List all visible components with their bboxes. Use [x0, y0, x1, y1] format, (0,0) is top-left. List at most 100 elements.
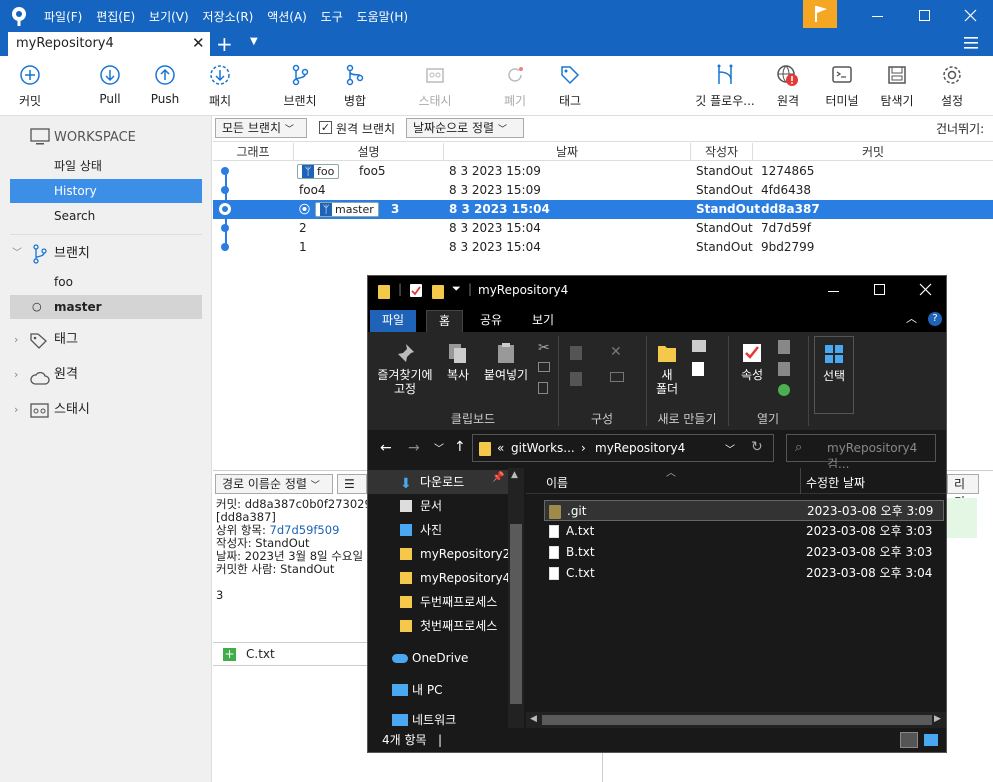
help-icon[interactable]: ?	[928, 312, 942, 326]
merge-button[interactable]: 병합	[325, 64, 385, 109]
sidebar-section-remotes[interactable]: › 원격	[10, 361, 202, 389]
sort-by-date-dropdown[interactable]: 날짜순으로 정렬 ﹀	[406, 118, 524, 138]
ribbon-tab-home[interactable]: 홈	[426, 310, 464, 332]
delete-x-icon[interactable]: ✕	[610, 344, 622, 360]
column-modified[interactable]: 수정한 날짜	[806, 474, 865, 491]
parent-hash-link[interactable]: 7d7d59f509	[270, 523, 340, 537]
breadcrumb-parent[interactable]: gitWorks...	[511, 441, 575, 455]
address-path-field[interactable]: « gitWorks... › myRepository4 ﹀ ↻	[472, 434, 774, 462]
file-row-b-txt[interactable]: B.txt 2023-03-08 오후 3:03	[544, 542, 944, 563]
open-icon[interactable]	[778, 340, 790, 354]
properties-button[interactable]: 속성	[732, 342, 772, 382]
column-graph[interactable]: 그래프	[213, 143, 293, 160]
nav-item-onedrive[interactable]: OneDrive	[368, 646, 508, 670]
rename-icon[interactable]	[610, 372, 624, 382]
close-button[interactable]	[963, 8, 979, 24]
sidebar-item-search[interactable]: Search	[10, 204, 202, 228]
pull-button[interactable]: Pull	[80, 64, 140, 106]
sidebar-item-branch-master[interactable]: ○ master	[10, 295, 202, 319]
hamburger-menu-icon[interactable]	[964, 37, 978, 49]
file-row-a-txt[interactable]: A.txt 2023-03-08 오후 3:03	[544, 521, 944, 542]
refresh-icon[interactable]: ↻	[751, 439, 763, 455]
sort-path-dropdown[interactable]: 경로 이름순 정렬 ﹀	[215, 474, 333, 494]
flag-button[interactable]	[803, 0, 837, 28]
search-input[interactable]: ⌕ myRepository4 검...	[786, 434, 936, 471]
easy-access-icon[interactable]	[692, 362, 704, 376]
history-icon[interactable]	[778, 384, 790, 396]
back-arrow-icon[interactable]: ←	[380, 440, 392, 456]
tab-close-icon[interactable]: ✕	[192, 34, 205, 52]
scroll-left-icon[interactable]: ◀	[530, 714, 537, 724]
copy-to-icon[interactable]	[570, 372, 582, 386]
horizontal-scrollbar-thumb[interactable]	[542, 715, 932, 725]
commit-button[interactable]: 커밋	[0, 64, 60, 109]
explorer-close-button[interactable]	[918, 283, 934, 297]
large-icons-view-icon[interactable]	[924, 734, 938, 746]
nav-scrollbar-thumb[interactable]	[510, 524, 522, 704]
select-button[interactable]: 선택	[814, 336, 854, 414]
sidebar-section-stashes[interactable]: › 스태시	[10, 396, 202, 424]
sidebar-item-history[interactable]: History	[10, 179, 202, 203]
table-row[interactable]: 2 8 3 2023 15:04 StandOut 7d7d59f	[213, 219, 993, 238]
sidebar-section-branches[interactable]: ﹀ 브랜치	[10, 240, 202, 268]
push-button[interactable]: Push	[135, 64, 195, 106]
discard-button[interactable]: 폐기	[485, 64, 545, 109]
terminal-button[interactable]: 터미널	[812, 64, 872, 109]
right-action-button[interactable]: 리기	[947, 474, 979, 509]
ribbon-tab-view[interactable]: 보기	[520, 310, 566, 332]
minimize-button[interactable]	[870, 8, 886, 24]
pin-quick-access-button[interactable]: 즐겨찾기에 고정	[374, 342, 436, 396]
nav-item-downloads[interactable]: ⬇ 다운로드	[368, 470, 508, 494]
file-row-c-txt[interactable]: C.txt 2023-03-08 오후 3:04	[544, 563, 944, 584]
tab-dropdown-chevron-icon[interactable]: ▼	[250, 36, 258, 47]
up-arrow-icon[interactable]: ↑	[454, 439, 466, 455]
properties-check-icon[interactable]	[410, 284, 422, 297]
paste-shortcut-icon[interactable]	[538, 382, 548, 394]
stash-button[interactable]: 스태시	[405, 64, 465, 109]
branch-button[interactable]: 브랜치	[270, 64, 330, 109]
list-view-button[interactable]: ☰	[337, 474, 367, 494]
paste-button[interactable]: 붙여넣기	[480, 342, 532, 382]
nav-item-myrepository2[interactable]: myRepository2	[368, 542, 508, 566]
menu-repository[interactable]: 저장소(R)	[203, 8, 254, 25]
sidebar-section-tags[interactable]: › 태그	[10, 326, 202, 354]
explorer-minimize-button[interactable]	[826, 284, 842, 298]
settings-button[interactable]: 설정	[922, 64, 982, 109]
sidebar-item-branch-foo[interactable]: foo	[10, 270, 202, 294]
branch-tag-master[interactable]: ᛘ master	[315, 202, 379, 217]
nav-item-second-process[interactable]: 두번째프로세스	[368, 590, 508, 614]
file-row-git[interactable]: .git 2023-03-08 오후 3:09	[544, 500, 944, 521]
column-author[interactable]: 작성자	[690, 143, 752, 160]
git-flow-button[interactable]: 깃 플로우...	[690, 64, 760, 109]
copy-path-icon[interactable]	[538, 362, 550, 372]
nav-scrollbar[interactable]: ▲	[508, 468, 524, 728]
new-tab-plus-icon[interactable]: +	[216, 32, 233, 56]
nav-item-this-pc[interactable]: 내 PC	[368, 678, 508, 702]
nav-item-pictures[interactable]: 사진	[368, 518, 508, 542]
address-dropdown-chevron-icon[interactable]: ﹀	[725, 441, 735, 456]
menu-tools[interactable]: 도구	[321, 8, 343, 25]
recent-locations-chevron-icon[interactable]: ﹀	[434, 440, 444, 455]
all-branches-dropdown[interactable]: 모든 브랜치 ﹀	[215, 118, 307, 138]
scroll-up-icon[interactable]: ▲	[511, 470, 518, 480]
remote-button[interactable]: 원격	[758, 64, 818, 109]
table-row-selected[interactable]: ⦿ ᛘ master 3 8 3 2023 15:04 StandOut dd8a…	[213, 200, 993, 219]
move-to-icon[interactable]	[570, 346, 582, 360]
new-folder-button[interactable]: 새 폴더	[652, 342, 682, 396]
tag-button[interactable]: 태그	[540, 64, 600, 109]
quick-access-dropdown-icon[interactable]: ⏷	[452, 282, 461, 296]
tab-myrepository4[interactable]: myRepository4 ✕	[8, 32, 210, 56]
maximize-button[interactable]	[917, 8, 933, 24]
new-folder-quick-icon[interactable]	[432, 284, 444, 299]
remote-branches-checkbox[interactable]: ✓	[319, 121, 332, 134]
new-item-icon[interactable]	[692, 340, 706, 352]
breadcrumb-current[interactable]: myRepository4	[595, 441, 685, 455]
menu-view[interactable]: 보기(V)	[149, 8, 189, 25]
edit-icon[interactable]	[778, 362, 790, 376]
menu-edit[interactable]: 편집(E)	[96, 8, 135, 25]
column-commit[interactable]: 커밋	[752, 143, 993, 160]
copy-button[interactable]: 복사	[440, 342, 476, 382]
nav-item-myrepository4[interactable]: myRepository4	[368, 566, 508, 590]
branch-tag-foo[interactable]: ᛘ foo	[297, 164, 340, 179]
nav-item-first-process[interactable]: 첫번째프로세스	[368, 614, 508, 638]
